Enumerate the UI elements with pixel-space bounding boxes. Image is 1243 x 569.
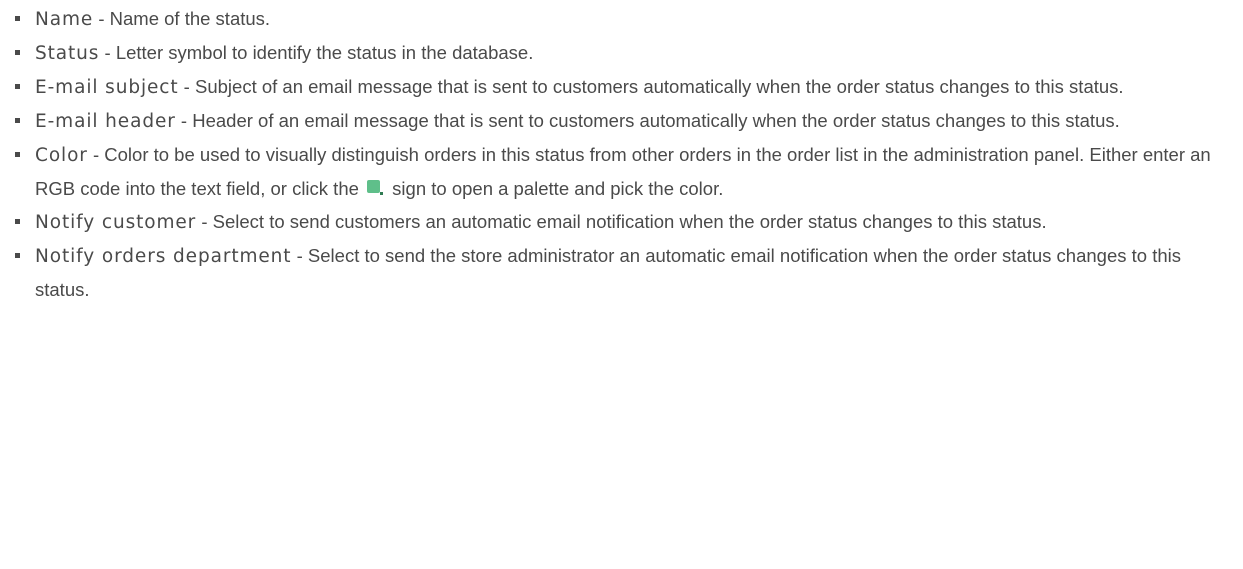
list-item-status: Status - Letter symbol to identify the s…: [6, 36, 1227, 70]
bullet: [15, 253, 20, 258]
list-item-email-header: E-mail header - Header of an email messa…: [6, 104, 1227, 138]
bullet: [15, 219, 20, 224]
description-status: Letter symbol to identify the status in …: [115, 42, 534, 63]
term-notify-orders-department: Notify orders department: [35, 246, 292, 267]
color-palette-icon: [367, 180, 384, 196]
status-field-list: Name - Name of the status. Status - Lett…: [6, 2, 1227, 306]
description-color-after: sign to open a palette and pick the colo…: [387, 178, 724, 199]
separator: -: [93, 8, 110, 29]
bullet: [15, 50, 20, 55]
description-notify-customer: Select to send customers an automatic em…: [212, 211, 1047, 232]
term-email-subject: E-mail subject: [35, 77, 179, 98]
separator: -: [291, 245, 308, 266]
bullet: [15, 84, 20, 89]
description-email-header: Header of an email message that is sent …: [192, 110, 1120, 131]
description-email-subject: Subject of an email message that is sent…: [195, 76, 1124, 97]
separator: -: [87, 144, 105, 165]
term-notify-customer: Notify customer: [35, 212, 197, 233]
list-item-notify-customer: Notify customer - Select to send custome…: [6, 205, 1227, 239]
list-item-email-subject: E-mail subject - Subject of an email mes…: [6, 70, 1227, 104]
term-status: Status: [35, 43, 100, 64]
separator: -: [178, 76, 195, 97]
term-name: Name: [35, 9, 94, 30]
separator: -: [99, 42, 116, 63]
term-color: Color: [35, 145, 88, 166]
list-item-color: Color - Color to be used to visually dis…: [6, 138, 1227, 205]
list-item-notify-orders-department: Notify orders department - Select to sen…: [6, 239, 1227, 306]
document-page: Name - Name of the status. Status - Lett…: [0, 2, 1243, 569]
bullet: [15, 118, 20, 123]
bullet: [15, 16, 20, 21]
separator: -: [196, 211, 213, 232]
separator: -: [175, 110, 193, 131]
bullet: [15, 152, 20, 157]
term-email-header: E-mail header: [35, 111, 176, 132]
description-name: Name of the status.: [109, 8, 271, 29]
list-item-name: Name - Name of the status.: [6, 2, 1227, 36]
